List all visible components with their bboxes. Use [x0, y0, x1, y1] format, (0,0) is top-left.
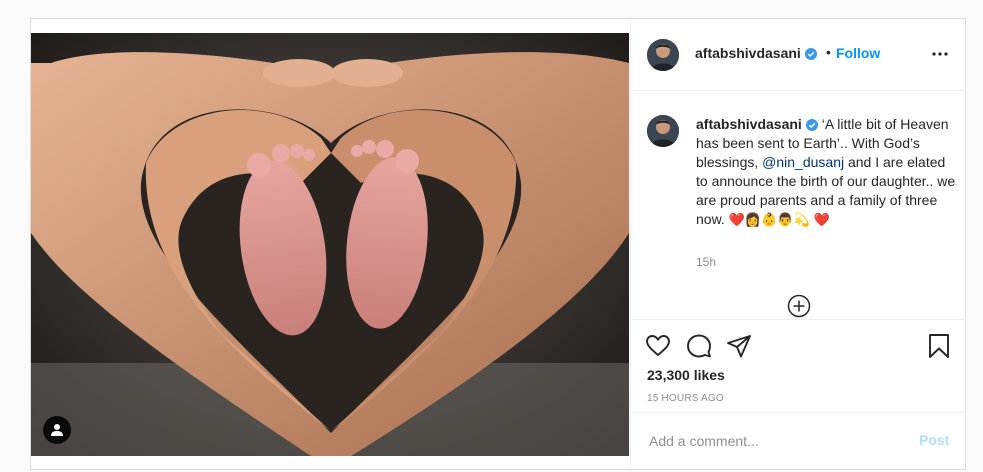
- baby-feet-heart-hands-image: [31, 33, 629, 456]
- avatar[interactable]: [647, 39, 679, 71]
- plus-circle-icon: [787, 294, 811, 318]
- load-more-comments-button[interactable]: [787, 294, 811, 318]
- more-options-icon: [932, 52, 948, 56]
- caption-avatar[interactable]: [647, 115, 679, 147]
- likes-count[interactable]: 23,300 likes: [647, 367, 725, 383]
- post-photo[interactable]: [31, 33, 629, 456]
- caption-username[interactable]: aftabshivdasani: [696, 116, 802, 132]
- comment-input[interactable]: [647, 429, 901, 453]
- post-timestamp[interactable]: 15 HOURS AGO: [647, 393, 724, 404]
- add-comment-bar: Post: [631, 412, 966, 470]
- share-button[interactable]: [726, 333, 752, 359]
- avatar-image: [647, 39, 679, 71]
- post-caption: aftabshivdasani ‘A little bit of Heaven …: [696, 115, 958, 230]
- header-separator: •: [826, 44, 831, 60]
- post-header: aftabshivdasani • Follow: [631, 19, 966, 91]
- user-tag-icon: [51, 424, 63, 436]
- header-username-block: aftabshivdasani: [695, 45, 817, 63]
- share-icon: [727, 335, 751, 358]
- caption-emojis: ❤️👩👶👨💫 ❤️: [728, 213, 830, 228]
- comment-button[interactable]: [686, 333, 712, 359]
- avatar-image: [647, 115, 679, 147]
- post-actions-section: 23,300 likes 15 HOURS AGO Post: [631, 319, 966, 470]
- post-side-panel: aftabshivdasani • Follow aftabshivdasani…: [630, 19, 966, 469]
- verified-badge-icon: [804, 48, 817, 60]
- follow-button[interactable]: Follow: [836, 45, 880, 61]
- comment-icon: [687, 334, 711, 358]
- caption-timestamp[interactable]: 15h: [696, 255, 716, 269]
- caption-mention-link[interactable]: @nin_dusanj: [762, 154, 844, 170]
- verified-badge-icon: [805, 119, 818, 131]
- instagram-post: aftabshivdasani • Follow aftabshivdasani…: [30, 18, 966, 470]
- user-tag-button[interactable]: [43, 416, 71, 444]
- heart-icon: [646, 335, 670, 357]
- bookmark-icon: [929, 334, 949, 358]
- more-options-button[interactable]: [929, 43, 951, 65]
- header-username[interactable]: aftabshivdasani: [695, 45, 801, 61]
- save-button[interactable]: [926, 333, 952, 359]
- like-button[interactable]: [645, 333, 671, 359]
- post-comment-button[interactable]: Post: [919, 432, 949, 448]
